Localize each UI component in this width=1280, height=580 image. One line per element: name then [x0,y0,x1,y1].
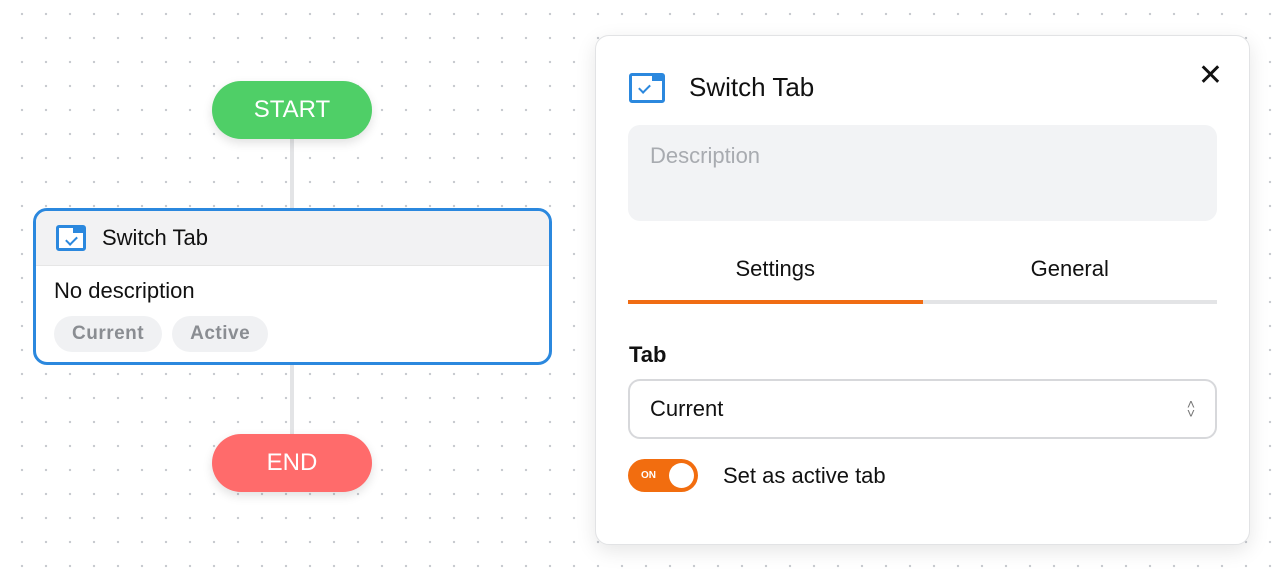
node-title: Switch Tab [102,225,208,250]
close-icon[interactable]: ✕ [1198,58,1223,93]
switch-tab-icon [629,72,665,103]
tab-general[interactable]: General [923,256,1218,300]
connector-line [290,364,294,436]
toggle-knob [669,463,694,488]
chevron-up-down-icon: ˄ ˅ [1186,396,1195,421]
end-node[interactable]: END [212,434,372,492]
node-description: No description [54,278,195,303]
toggle-label: Set as active tab [723,463,886,488]
switch-tab-node[interactable]: Switch Tab No description Current Active [33,208,552,365]
description-input[interactable] [628,125,1217,221]
chip-active: Active [172,316,269,352]
panel-tabs: Settings General [628,256,1217,304]
start-node[interactable]: START [212,81,372,139]
settings-panel: Switch Tab ✕ Settings General Tab Curren… [595,35,1250,545]
connector-line [290,138,294,210]
switch-tab-icon [56,225,86,251]
active-tab-toggle[interactable]: ON [628,459,698,492]
toggle-state: ON [641,470,656,481]
tab-select-value: Current [650,396,724,421]
tab-settings[interactable]: Settings [628,256,923,304]
node-header: Switch Tab [36,211,549,266]
tab-select[interactable]: Current ˄ ˅ [628,379,1217,439]
panel-header: Switch Tab [629,72,814,103]
chip-current: Current [54,316,163,352]
tab-field-label: Tab [629,342,667,367]
panel-title: Switch Tab [689,72,815,102]
